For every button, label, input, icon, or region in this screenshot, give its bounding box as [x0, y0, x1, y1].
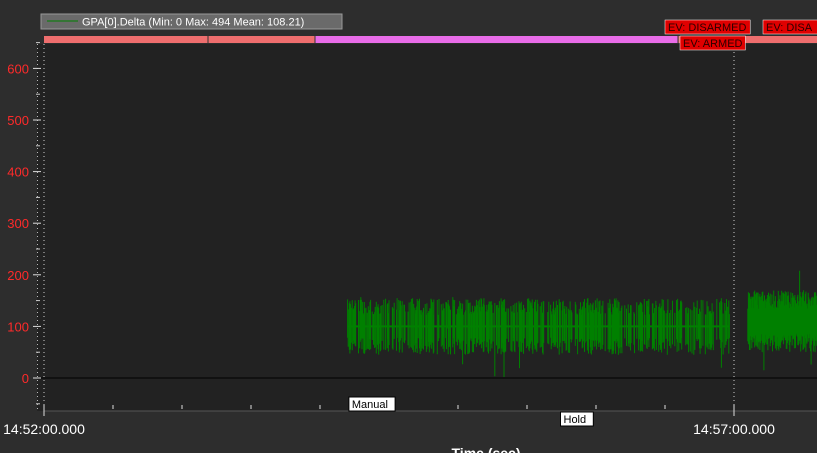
telemetry-graph[interactable]: GPA[0].Delta (Min: 0 Max: 494 Mean: 108.…: [0, 0, 817, 453]
event-marker-label: EV: DISA: [766, 22, 813, 34]
y-tick-label: 300: [7, 216, 29, 231]
y-tick-label: 100: [7, 319, 29, 334]
plot-area[interactable]: [37, 44, 817, 411]
mode-strip-auto-segment: [315, 36, 678, 43]
legend-label: GPA[0].Delta (Min: 0 Max: 494 Mean: 108.…: [82, 17, 304, 29]
y-tick-label: 200: [7, 268, 29, 283]
chart-root: GPA[0].Delta (Min: 0 Max: 494 Mean: 108.…: [0, 0, 817, 453]
event-marker-label: EV: ARMED: [683, 38, 743, 50]
mode-marker-label: Hold: [564, 414, 587, 426]
legend[interactable]: GPA[0].Delta (Min: 0 Max: 494 Mean: 108.…: [40, 13, 343, 30]
y-tick-label: 400: [7, 165, 29, 180]
mode-strip-manual-segment: [44, 36, 208, 43]
x-axis-title: Time (sec): [452, 445, 521, 453]
y-tick-label: 500: [7, 113, 29, 128]
x-tick-label: 14:52:00.000: [3, 421, 85, 437]
y-tick-label: 0: [22, 371, 29, 386]
x-tick-label: 14:57:00.000: [693, 421, 775, 437]
y-tick-label: 600: [7, 61, 29, 76]
mode-marker-label: Manual: [352, 399, 388, 411]
mode-strip-hold-segment: [208, 36, 315, 43]
event-marker-label: EV: DISARMED: [668, 22, 746, 34]
